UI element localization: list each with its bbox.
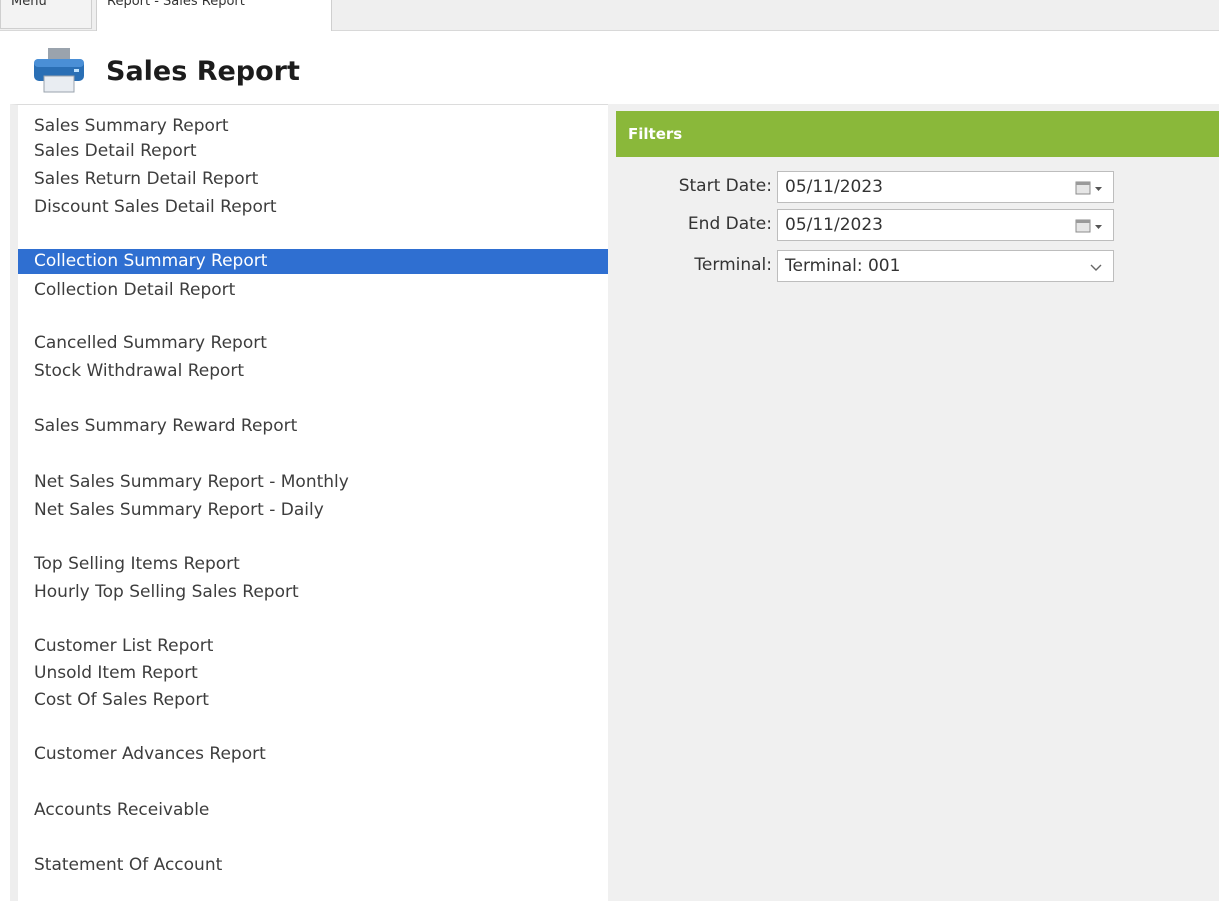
terminal-select[interactable]: Terminal: 001 — [777, 250, 1114, 282]
report-item-sales-summary[interactable]: Sales Summary Report — [18, 114, 608, 139]
report-item-hourly-top-selling[interactable]: Hourly Top Selling Sales Report — [18, 580, 608, 605]
report-item-sales-detail[interactable]: Sales Detail Report — [18, 139, 608, 164]
report-item-customer-advances[interactable]: Customer Advances Report — [18, 742, 608, 767]
page-title: Sales Report — [106, 55, 300, 87]
report-item-collection-detail[interactable]: Collection Detail Report — [18, 278, 608, 303]
calendar-dropdown-icon[interactable] — [1075, 218, 1105, 234]
report-item-cancelled-summary[interactable]: Cancelled Summary Report — [18, 331, 608, 356]
terminal-row: Terminal: Terminal: 001 — [616, 247, 1136, 283]
start-date-label: Start Date: — [678, 176, 772, 196]
report-item-sales-summary-reward[interactable]: Sales Summary Reward Report — [18, 414, 608, 439]
end-date-label: End Date: — [687, 214, 772, 234]
tab-sales-report[interactable]: Report - Sales Report — [96, 0, 332, 31]
report-item-collection-summary[interactable]: Collection Summary Report — [18, 249, 608, 274]
tab-menu[interactable]: Menu — [0, 0, 92, 29]
tab-sales-report-label: Report - Sales Report — [107, 0, 245, 9]
report-item-stock-withdrawal[interactable]: Stock Withdrawal Report — [18, 359, 608, 384]
start-date-row: Start Date: 05/11/2023 — [616, 168, 1136, 204]
report-item-sales-return-detail[interactable]: Sales Return Detail Report — [18, 167, 608, 192]
report-item-customer-list[interactable]: Customer List Report — [18, 634, 608, 659]
filters-panel: Filters Start Date: 05/11/2023 End Date:… — [608, 104, 1219, 901]
tab-strip: Menu Report - Sales Report — [0, 0, 1219, 31]
end-date-field[interactable]: 05/11/2023 — [777, 209, 1114, 241]
terminal-value: Terminal: 001 — [785, 256, 901, 276]
tab-menu-label: Menu — [11, 0, 47, 9]
start-date-value: 05/11/2023 — [785, 177, 883, 197]
end-date-row: End Date: 05/11/2023 — [616, 206, 1136, 242]
calendar-dropdown-icon[interactable] — [1075, 180, 1105, 196]
terminal-label: Terminal: — [694, 255, 772, 275]
report-item-net-sales-monthly[interactable]: Net Sales Summary Report - Monthly — [18, 470, 608, 495]
report-item-discount-sales-detail[interactable]: Discount Sales Detail Report — [18, 195, 608, 220]
page-header: Sales Report — [30, 40, 300, 102]
report-item-top-selling-items[interactable]: Top Selling Items Report — [18, 552, 608, 577]
report-item-net-sales-daily[interactable]: Net Sales Summary Report - Daily — [18, 498, 608, 523]
filters-header: Filters — [616, 111, 1219, 157]
report-item-statement-of-account[interactable]: Statement Of Account — [18, 853, 608, 878]
report-item-cost-of-sales[interactable]: Cost Of Sales Report — [18, 688, 608, 713]
start-date-field[interactable]: 05/11/2023 — [777, 171, 1114, 203]
report-item-unsold-item[interactable]: Unsold Item Report — [18, 661, 608, 686]
printer-icon — [34, 48, 84, 93]
chevron-down-icon[interactable] — [1089, 261, 1103, 273]
report-list-panel: Sales Summary Report Sales Detail Report… — [10, 104, 608, 901]
end-date-value: 05/11/2023 — [785, 215, 883, 235]
report-item-accounts-receivable[interactable]: Accounts Receivable — [18, 798, 608, 823]
